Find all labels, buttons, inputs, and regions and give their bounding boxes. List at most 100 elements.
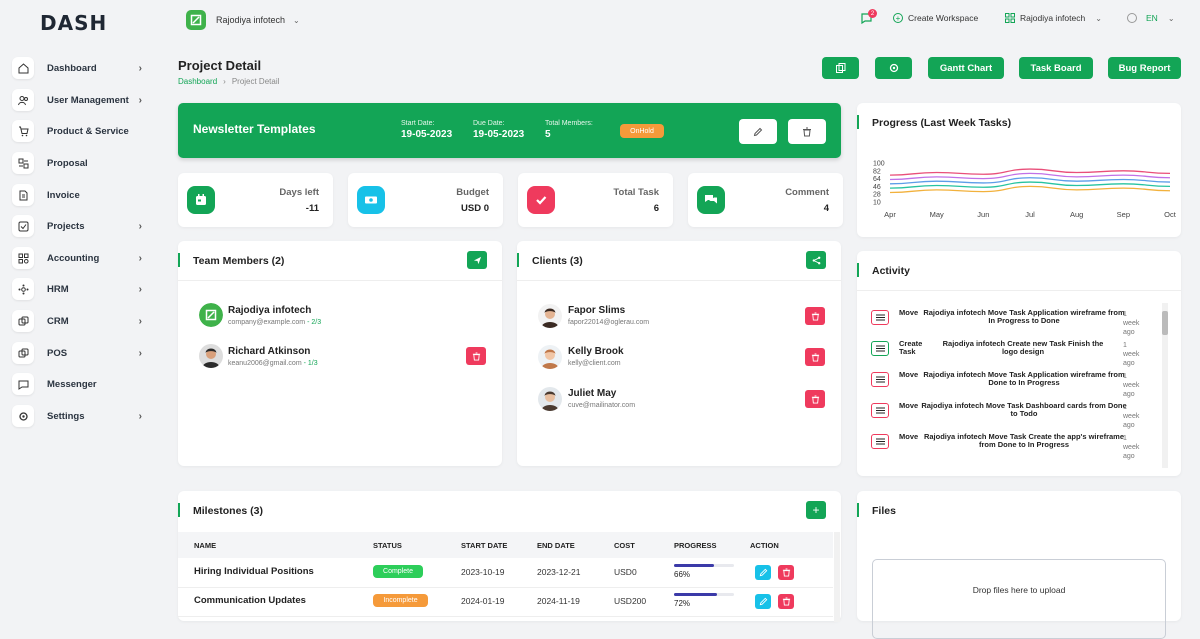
apps-icon [12,247,34,269]
send-icon [473,256,482,265]
series-line-2 [890,178,1170,184]
page-title: Project Detail [178,58,261,73]
activity-text: Rajodiya infotech Move Task Create the a… [919,433,1129,449]
column-header-start-date: START DATE [461,541,507,550]
breadcrumb: Dashboard › Project Detail [178,77,279,86]
y-tick-label: 28 [873,192,881,199]
x-tick-label: May [930,210,944,219]
task-board-button[interactable]: Task Board [1019,57,1093,79]
column-header-status: STATUS [373,541,402,550]
breadcrumb-current: Project Detail [232,77,280,86]
milestone-end-date: 2024-11-19 [537,596,580,606]
activity-scrollbar[interactable] [1162,303,1168,468]
chevron-right-icon: › [139,253,142,264]
workspace-switcher[interactable]: Rajodiya infotech ⌄ [1005,13,1102,23]
milestones-scrollbar[interactable] [834,532,840,622]
breadcrumb-separator: › [223,77,226,86]
sidebar-item-messenger[interactable]: Messenger [12,370,156,398]
copy-button[interactable] [822,57,859,79]
remove-client-button[interactable] [805,390,825,408]
copy-icon [836,63,846,73]
series-line-1 [890,173,1170,179]
edit-milestone-button[interactable] [755,565,771,580]
delete-milestone-button[interactable] [778,594,794,609]
check-square-icon [12,215,34,237]
add-milestone-button[interactable]: + [806,501,826,519]
pencil-icon [753,127,763,137]
edit-project-button[interactable] [739,119,777,144]
company-switcher[interactable]: Rajodiya infotech ⌄ [186,9,306,31]
workspace-name: Rajodiya infotech [1020,13,1085,23]
sidebar-item-label: POS [47,348,67,359]
sidebar-item-pos[interactable]: POS› [12,339,156,367]
sidebar-item-crm[interactable]: CRM› [12,307,156,335]
list-icon [871,403,889,418]
sidebar-item-projects[interactable]: Projects› [12,212,156,240]
team-members-card: Team Members (2) Rajodiya infotechcompan… [178,241,502,466]
milestone-progress-bar [674,564,734,567]
sidebar-item-settings[interactable]: Settings› [12,402,156,430]
milestone-progress-text: 72% [674,599,690,608]
stat-value: USD 0 [461,203,489,214]
chevron-right-icon: › [139,63,142,74]
stat-value: 4 [824,203,829,214]
sidebar-item-dashboard[interactable]: Dashboard› [12,54,156,82]
notification-badge: 2 [868,9,877,18]
section-accent [517,253,519,267]
remove-client-button[interactable] [805,307,825,325]
files-title: Files [872,505,896,517]
clients-card: Clients (3) Fapor Slimsfapor22014@oglera… [517,241,841,466]
delete-project-button[interactable] [788,119,826,144]
section-accent [857,263,859,277]
plus-icon: + [812,505,819,515]
remove-client-button[interactable] [805,348,825,366]
y-tick-label: 82 [873,168,881,175]
total-members-label: Total Members: [545,120,593,127]
check-icon [527,186,555,214]
activity-time: 1 week ago [1123,341,1145,368]
edit-milestone-button[interactable] [755,594,771,609]
divider [178,280,502,281]
activity-title: Activity [872,265,910,277]
sidebar-item-proposal[interactable]: Proposal [12,149,156,177]
file-dropzone[interactable]: Drop files here to upload [872,559,1166,639]
money-icon [357,186,385,214]
invite-member-button[interactable] [467,251,487,269]
sidebar-item-hrm[interactable]: HRM› [12,275,156,303]
column-header-end-date: END DATE [537,541,575,550]
x-tick-label: Jul [1025,210,1035,219]
sidebar-item-product-service[interactable]: Product & Service [12,117,156,145]
sidebar-item-accounting[interactable]: Accounting› [12,244,156,272]
plus-circle-icon: + [893,13,903,23]
sidebar-item-user-management[interactable]: User Management› [12,86,156,114]
stat-value: 6 [654,203,659,214]
member-name: Richard Atkinson [228,346,310,357]
progress-chart-title: Progress (Last Week Tasks) [872,117,1011,129]
milestone-cost: USD0 [614,567,637,577]
create-workspace-button[interactable]: + Create Workspace [893,13,978,23]
delete-milestone-button[interactable] [778,565,794,580]
avatar [538,304,562,328]
remove-member-button[interactable] [466,347,486,365]
chevron-right-icon: › [139,221,142,232]
activity-scroll-thumb[interactable] [1162,311,1168,335]
breadcrumb-dashboard[interactable]: Dashboard [178,77,217,86]
project-banner: Newsletter Templates Start Date: 19-05-2… [178,103,841,158]
checklist-icon [871,341,889,356]
proposal-icon [12,152,34,174]
bug-report-button[interactable]: Bug Report [1108,57,1181,79]
files-card: Files Drop files here to upload [857,491,1181,621]
share-clients-button[interactable] [806,251,826,269]
trash-icon [811,353,820,362]
milestone-end-date: 2023-12-21 [537,567,580,577]
gantt-chart-button[interactable]: Gantt Chart [928,57,1004,79]
milestone-progress-bar [674,593,734,596]
activity-card: Activity MoveRajodiya infotech Move Task… [857,251,1181,476]
cart-icon [12,120,34,142]
settings-button[interactable] [875,57,912,79]
divider [517,280,841,281]
language-switcher[interactable]: EN ⌄ [1127,13,1175,23]
stat-label: Comment [785,187,829,198]
notification-button[interactable]: 2 [860,12,876,28]
sidebar-item-invoice[interactable]: Invoice [12,181,156,209]
